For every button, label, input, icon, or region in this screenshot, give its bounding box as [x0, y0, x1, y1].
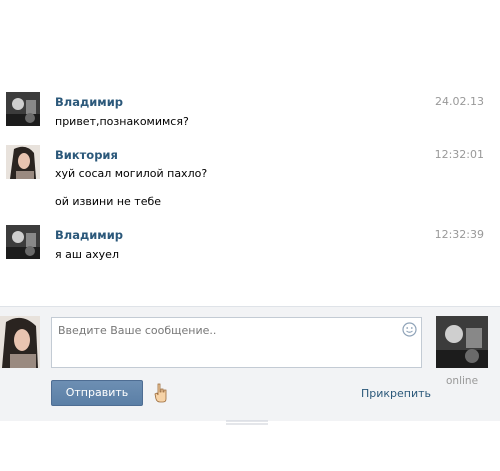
avatar[interactable] — [6, 145, 40, 179]
resize-handle[interactable] — [226, 411, 268, 425]
author-name[interactable]: Владимир — [55, 228, 123, 242]
hand-cursor-icon — [154, 383, 168, 403]
my-avatar[interactable] — [0, 316, 40, 368]
send-button[interactable]: Отправить — [51, 380, 143, 406]
peer-avatar[interactable] — [436, 316, 488, 368]
avatar[interactable] — [6, 225, 40, 259]
message-input-placeholder: Введите Ваше сообщение.. — [58, 324, 217, 337]
message-input[interactable]: Введите Ваше сообщение.. — [51, 317, 422, 368]
message-time: 12:32:01 — [434, 148, 484, 161]
message-time: 12:32:39 — [434, 228, 484, 241]
message-text: привет,познакомимся? — [55, 115, 189, 128]
attach-link[interactable]: Прикрепить — [361, 387, 431, 400]
avatar[interactable] — [6, 92, 40, 126]
message-composer: Введите Ваше сообщение.. Отправить Прикр… — [0, 306, 500, 425]
author-name[interactable]: Владимир — [55, 95, 123, 109]
online-status: online — [446, 375, 479, 387]
message-text: я аш ахуел — [55, 248, 119, 261]
message-time: 24.02.13 — [435, 95, 484, 108]
smile-icon[interactable] — [402, 322, 417, 337]
author-name[interactable]: Виктория — [55, 148, 118, 162]
message-text: ой извини не тебе — [55, 195, 162, 208]
message-text: хуй сосал могилой пахло? — [55, 167, 208, 180]
